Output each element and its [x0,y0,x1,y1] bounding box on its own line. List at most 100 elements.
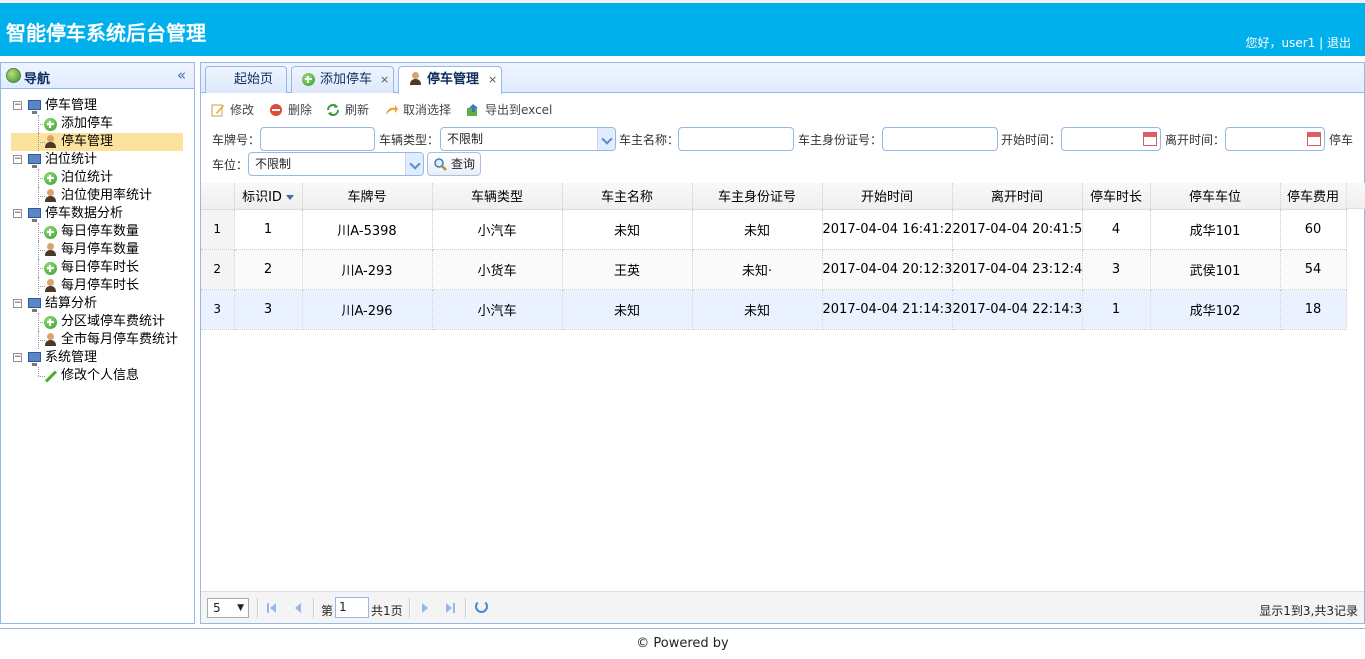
collapse-toggle-icon[interactable]: − [13,299,22,308]
slot-select[interactable]: 不限制 [248,152,424,176]
cell-owner: 未知 [562,289,693,330]
tree-item-daily-count[interactable]: 每日停车数量 [1,223,194,241]
tree-group-parking-analysis[interactable]: − 停车数据分析 [1,205,194,223]
add-icon [44,172,57,185]
collapse-toggle-icon[interactable]: − [13,353,22,362]
id-number-input[interactable] [882,127,998,151]
column-header-duration[interactable]: 停车时长 [1082,183,1151,210]
computer-icon [28,352,41,366]
tree-item-daily-duration[interactable]: 每日停车时长 [1,259,194,277]
column-header-id[interactable]: 标识ID [234,183,303,210]
row-number: 3 [201,289,235,330]
tree-group-parking-management[interactable]: − 停车管理 [1,97,194,115]
cell-owner-id: 未知· [692,249,823,290]
tab-label: 起始页 [234,72,274,87]
export-label: 导出到excel [485,103,553,117]
tree-group-slot-stats[interactable]: − 泊位统计 [1,151,194,169]
add-icon [44,226,57,239]
table-row[interactable]: 3 3 川A-296 小汽车 未知 未知 2017-04-04 21:14:31… [201,289,1347,330]
reload-icon[interactable] [475,600,488,613]
prev-page-button[interactable] [292,601,306,615]
column-header-start-time[interactable]: 开始时间 [822,183,953,210]
delete-icon [270,104,282,116]
cell-plate: 川A-5398 [302,209,433,250]
tree-label: 泊位统计 [61,170,114,185]
add-icon [44,262,57,275]
table-row[interactable]: 1 1 川A-5398 小汽车 未知 未知 2017-04-04 16:41:2… [201,209,1347,250]
calendar-icon[interactable] [1307,132,1321,146]
header-filler [1347,183,1365,209]
app-header: 智能停车系统后台管理 您好，user1 | 退出 [0,0,1365,56]
tree-item-city-monthly-fee-stats[interactable]: 全市每月停车费统计 [1,331,194,349]
column-header-slot[interactable]: 停车车位 [1150,183,1281,210]
sidebar-header: 导航 « [1,63,194,89]
start-time-label: 开始时间： [1001,133,1062,147]
refresh-icon [327,104,339,116]
id-number-label: 车主身份证号： [798,133,883,147]
cell-leave-time: 2017-04-04 20:41:53 [952,209,1083,250]
tree-item-district-fee-stats[interactable]: 分区域停车费统计 [1,313,194,331]
column-header-leave-time[interactable]: 离开时间 [952,183,1083,210]
tree-item-monthly-duration[interactable]: 每月停车时长 [1,277,194,295]
tree-item-add-parking[interactable]: 添加停车 [1,115,194,133]
column-header-vehicle-type[interactable]: 车辆类型 [432,183,563,210]
plate-input[interactable] [260,127,375,151]
column-header-fee[interactable]: 停车费用 [1280,183,1347,210]
computer-icon [28,100,41,114]
tree-label: 全市每月停车费统计 [61,332,179,347]
cell-owner-id: 未知 [692,289,823,330]
calendar-icon[interactable] [1143,132,1157,146]
column-header-owner-id[interactable]: 车主身份证号 [692,183,823,210]
last-page-button[interactable] [444,601,458,615]
main-panel: 起始页 添加停车 × 停车管理 × 修改 删除 刷新 取消选择 导出到excel… [200,62,1365,624]
cell-id: 3 [234,289,303,330]
tree-group-settlement-analysis[interactable]: − 结算分析 [1,295,194,313]
tree-item-slot-stats[interactable]: 泊位统计 [1,169,194,187]
column-header-plate[interactable]: 车牌号 [302,183,433,210]
vehicle-type-select[interactable]: 不限制 [440,127,616,151]
delete-label: 删除 [288,103,313,117]
chevron-down-icon [405,153,423,175]
tab-add-parking[interactable]: 添加停车 × [291,66,394,93]
parking-slot-label-truncated: 停车 [1329,133,1354,147]
next-page-button[interactable] [419,601,433,615]
close-icon[interactable]: × [380,67,389,92]
add-icon [302,73,315,86]
collapse-toggle-icon[interactable]: − [13,155,22,164]
tree-item-slot-usage-stats[interactable]: 泊位使用率统计 [1,187,194,205]
collapse-toggle-icon[interactable]: − [13,101,22,110]
toolbar: 修改 删除 刷新 取消选择 导出到excel [201,95,1364,123]
user-icon [44,333,57,347]
logout-link[interactable]: 退出 [1327,36,1351,50]
collapse-sidebar-button[interactable]: « [177,66,186,84]
tree-item-monthly-count[interactable]: 每月停车数量 [1,241,194,259]
tree-label: 每月停车数量 [61,242,140,257]
cell-start-time: 2017-04-04 21:14:31 [822,289,953,330]
owner-input[interactable] [678,127,794,151]
tree-label: 每日停车数量 [61,224,140,239]
column-header-owner[interactable]: 车主名称 [562,183,693,210]
first-page-button[interactable] [266,601,280,615]
page-number-input[interactable]: 1 [335,597,369,618]
tree-item-edit-profile[interactable]: 修改个人信息 [1,367,194,385]
collapse-toggle-icon[interactable]: − [13,209,22,218]
tree-item-parking-management[interactable]: 停车管理 [1,133,194,151]
close-icon[interactable]: × [488,67,497,92]
cell-start-time: 2017-04-04 20:12:34 [822,249,953,290]
query-label: 查询 [451,157,476,171]
leave-time-input[interactable] [1225,127,1325,151]
query-button[interactable]: 查询 [427,152,481,176]
start-time-input[interactable] [1061,127,1161,151]
user-icon [44,189,57,203]
row-number-header [201,183,235,210]
page-size-select[interactable]: 5 ▼ [207,598,249,618]
tab-parking-management[interactable]: 停车管理 × [398,66,502,94]
cell-duration: 4 [1082,209,1151,250]
tab-home[interactable]: 起始页 [205,66,287,93]
tab-bar: 起始页 添加停车 × 停车管理 × [201,63,1364,94]
cell-duration: 1 [1082,289,1151,330]
tree-label: 分区域停车费统计 [61,314,166,329]
tree-label: 泊位使用率统计 [61,188,153,203]
table-row[interactable]: 2 2 川A-293 小货车 王英 未知· 2017-04-04 20:12:3… [201,249,1347,290]
tree-group-system-management[interactable]: − 系统管理 [1,349,194,367]
